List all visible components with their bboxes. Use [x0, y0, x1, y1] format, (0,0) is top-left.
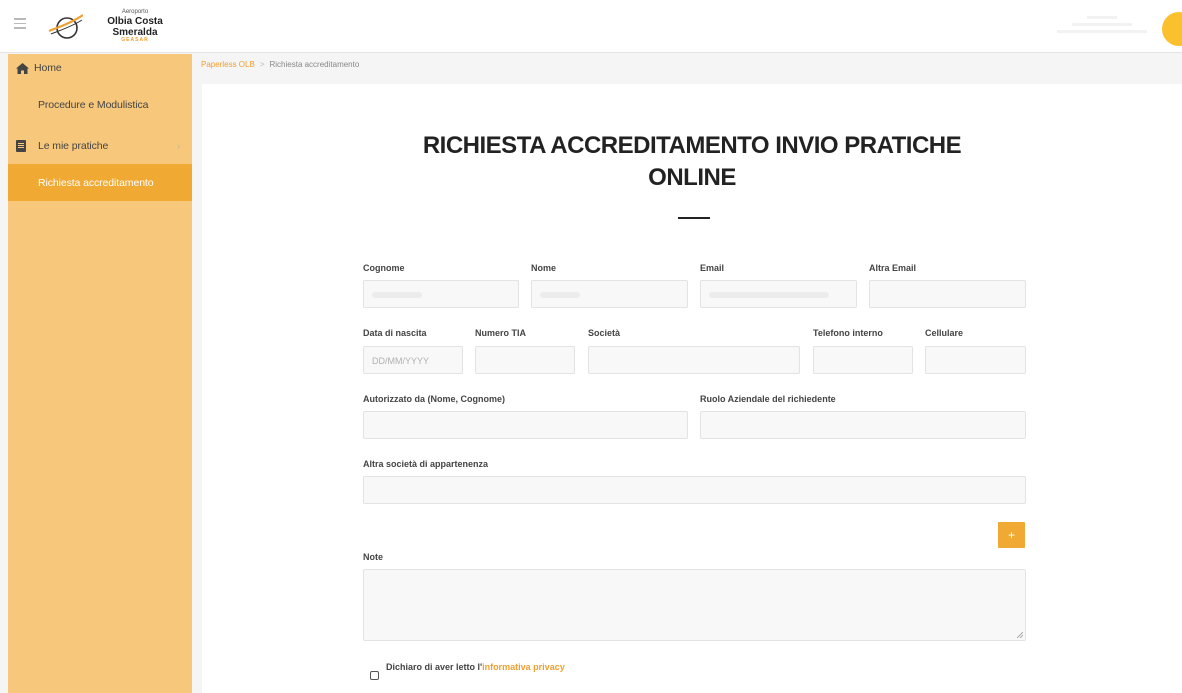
privacy-link[interactable]: informativa privacy	[482, 662, 565, 672]
email-field[interactable]	[700, 280, 857, 308]
breadcrumb: Paperless OLB > Richiesta accreditamento	[201, 60, 359, 69]
altra-societa-field[interactable]	[363, 476, 1026, 504]
privacy-label: Dichiaro di aver letto l'	[386, 662, 483, 672]
sidebar-item-pratiche[interactable]: Le mie pratiche ›	[8, 128, 192, 164]
resize-handle-icon[interactable]	[1017, 632, 1023, 638]
cellulare-label: Cellulare	[925, 328, 964, 338]
top-bar: Aeroporto Olbia Costa Smeralda GEASAR	[0, 0, 1182, 53]
sidebar-item-label: Home	[34, 62, 62, 74]
breadcrumb-current: Richiesta accreditamento	[269, 60, 360, 69]
logo-small-text: Aeroporto	[121, 9, 149, 15]
user-info[interactable]	[1052, 12, 1152, 42]
altra-email-label: Altra Email	[869, 263, 917, 273]
telefono-interno-field[interactable]	[813, 346, 913, 374]
note-label: Note	[363, 552, 383, 562]
cellulare-field[interactable]	[925, 346, 1026, 374]
ruolo-field[interactable]	[700, 411, 1026, 439]
sidebar-item-home[interactable]: Home	[8, 54, 192, 82]
sidebar-item-accreditamento[interactable]: Richiesta accreditamento	[8, 164, 192, 201]
email-label: Email	[700, 263, 725, 273]
breadcrumb-separator: >	[259, 60, 265, 69]
ruolo-label: Ruolo Aziendale del richiedente	[700, 394, 836, 404]
societa-field[interactable]	[588, 346, 800, 374]
sidebar: Home Procedure e Modulistica Le mie prat…	[8, 54, 192, 693]
title-divider	[678, 217, 710, 219]
user-avatar[interactable]	[1162, 12, 1182, 46]
add-societa-button[interactable]: +	[998, 522, 1025, 548]
altra-email-field[interactable]	[869, 280, 1026, 308]
data-nascita-label: Data di nascita	[363, 328, 427, 338]
logo-swoosh-icon	[48, 14, 83, 39]
chevron-right-icon: ›	[177, 141, 180, 151]
logo-sub-text: GEASAR	[121, 36, 149, 43]
cognome-label: Cognome	[363, 263, 405, 273]
sidebar-item-label: Procedure e Modulistica	[38, 99, 149, 111]
sidebar-item-label: Richiesta accreditamento	[38, 176, 154, 189]
privacy-checkbox[interactable]	[370, 671, 379, 680]
privacy-text: Dichiaro di aver letto l'informativa pri…	[386, 662, 565, 672]
title-line-2: ONLINE	[648, 164, 736, 192]
logo-main-text: Olbia Costa Smeralda	[107, 15, 163, 38]
numero-tia-field[interactable]	[475, 346, 575, 374]
sidebar-item-label: Le mie pratiche	[38, 140, 109, 152]
altra-societa-label: Altra società di appartenenza	[363, 459, 489, 469]
breadcrumb-link[interactable]: Paperless OLB	[201, 60, 255, 69]
document-icon	[16, 140, 26, 152]
logo-text: Aeroporto Olbia Costa Smeralda GEASAR	[85, 9, 185, 43]
home-icon	[16, 62, 29, 74]
autorizzato-field[interactable]	[363, 411, 688, 439]
telefono-interno-label: Telefono interno	[813, 328, 883, 338]
societa-label: Società	[588, 328, 621, 338]
data-nascita-field[interactable]: DD/MM/YYYY	[363, 346, 463, 374]
autorizzato-label: Autorizzato da (Nome, Cognome)	[363, 394, 505, 404]
numero-tia-label: Numero TIA	[475, 328, 527, 338]
page-title: RICHIESTA ACCREDITAMENTO INVIO PRATICHE …	[202, 130, 1182, 195]
menu-icon[interactable]	[14, 18, 26, 30]
title-line-1: RICHIESTA ACCREDITAMENTO INVIO PRATICHE	[422, 132, 962, 159]
sidebar-item-procedure[interactable]: Procedure e Modulistica	[8, 82, 192, 128]
form-card: RICHIESTA ACCREDITAMENTO INVIO PRATICHE …	[202, 84, 1182, 693]
cognome-field[interactable]	[363, 280, 519, 308]
airport-logo[interactable]: Aeroporto Olbia Costa Smeralda GEASAR	[47, 9, 177, 43]
note-textarea[interactable]	[363, 569, 1026, 641]
nome-field[interactable]	[531, 280, 688, 308]
nome-label: Nome	[531, 263, 557, 273]
